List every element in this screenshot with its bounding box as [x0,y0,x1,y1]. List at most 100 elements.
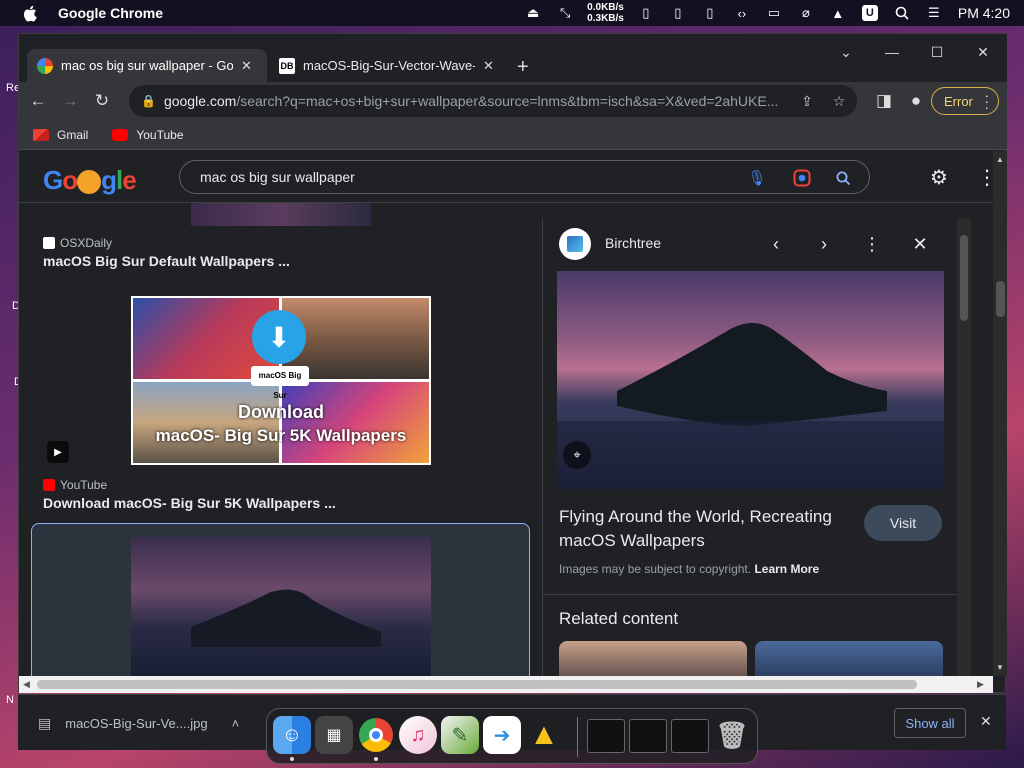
learn-more-link[interactable]: Learn More [754,562,819,576]
selected-result-card[interactable] [31,523,530,676]
result-title[interactable]: macOS Big Sur Default Wallpapers ... [43,253,290,269]
minimized-window-thumbnail[interactable] [587,719,625,753]
url-text[interactable]: google.com/search?q=mac+os+big+sur+wallp… [164,93,786,109]
tab-search-chevron-icon[interactable]: ⌄ [831,40,861,64]
bookmark-star-icon[interactable]: ☆ [829,91,849,111]
close-panel-icon[interactable]: ✕ [907,231,933,257]
mac-menu-bar: Google Chrome ⏏ ⤡ 0.0KB/s 0.3KB/s ▯ ▯ ▯ … [0,0,1024,26]
result-thumbnail-selected[interactable] [131,537,431,676]
desktop-label[interactable]: N [6,694,14,706]
search-icon[interactable] [832,167,854,189]
bookmark-gmail[interactable]: Gmail [33,128,88,142]
play-icon[interactable]: ▶ [47,441,69,463]
scroll-down-icon[interactable]: ▼ [996,663,1004,672]
related-content-heading: Related content [559,609,679,628]
result-title[interactable]: Download macOS- Big Sur 5K Wallpapers ..… [43,495,336,511]
menubar-clock[interactable]: PM 4:20 [958,5,1010,21]
microphone-icon[interactable]: 🎙 [746,167,768,189]
result-source[interactable]: OSXDaily [43,236,112,250]
back-arrow-icon[interactable]: ← [25,88,51,114]
url-host: google.com [163,93,237,109]
previous-image-icon[interactable]: ‹ [763,231,789,257]
lock-icon[interactable]: 🔒 [141,94,156,108]
maximize-icon[interactable]: ☐ [922,40,952,64]
horizontal-scrollbar[interactable]: ◀ ▶ [19,676,993,693]
kebab-menu-icon[interactable]: · · · [985,89,989,114]
close-download-bar-icon[interactable]: ✕ [980,713,992,730]
file-icon: ▤ [38,715,52,731]
upload-icon[interactable]: ▲ [827,4,849,22]
search-box[interactable]: 🎙 [179,160,870,194]
related-thumbnail[interactable] [755,641,943,676]
reload-icon[interactable]: ↻ [89,88,115,114]
visit-button[interactable]: Visit [864,505,942,541]
result-thumbnail-youtube[interactable]: ⬇ macOS Big Sur Download macOS- Big Sur … [131,296,431,465]
result-source[interactable]: YouTube [43,478,107,492]
chrome-icon[interactable] [357,716,395,754]
image-editor-icon[interactable]: ✎ [441,716,479,754]
active-app-name[interactable]: Google Chrome [58,5,163,21]
horizontal-scroll-thumb[interactable] [37,680,917,689]
panel-divider [543,594,958,595]
minimized-window-thumbnail[interactable] [629,719,667,753]
chevron-up-icon[interactable]: ˄ [232,716,240,731]
search-input[interactable] [200,169,720,185]
profile-icon[interactable]: ● [903,88,929,114]
scroll-right-icon[interactable]: ▶ [977,679,984,690]
source-name: OSXDaily [60,236,113,250]
show-all-button[interactable]: Show all [894,708,966,738]
trash-icon[interactable]: 🗑 [713,716,751,754]
apps-grid-icon[interactable]: ⋮ [975,165,993,189]
related-thumbnail[interactable] [559,641,747,676]
share-icon[interactable]: ⇪ [797,91,817,111]
code-icon[interactable]: ‹› [731,4,753,22]
thumb-text: Download [238,402,324,422]
google-lens-icon[interactable] [791,167,813,189]
panel-scrollbar[interactable] [957,219,971,676]
result-thumbnail[interactable] [191,203,371,226]
tab-google-search[interactable]: mac os big sur wallpaper - Goog ✕ [27,49,267,82]
lens-search-icon[interactable]: ⌖ [563,441,591,469]
music-icon[interactable]: ♫ [399,716,437,754]
minimize-icon[interactable]: — [877,40,907,64]
profile-error-button[interactable]: Error · · · [931,87,999,115]
vertical-scroll-thumb[interactable] [996,281,1005,317]
spotlight-search-icon[interactable] [891,4,913,22]
forward-arrow-icon[interactable]: → [57,88,83,114]
launchpad-icon[interactable]: ▦ [315,716,353,754]
phone-icon[interactable]: ▯ [667,4,689,22]
more-options-icon[interactable]: ⋮ [859,231,885,257]
u-badge-icon[interactable]: U [859,4,881,22]
phone-disconnected-icon[interactable]: ▯ [635,4,657,22]
settings-gear-icon[interactable]: ⚙ [927,165,951,189]
phone-sync-icon[interactable]: ▯ [699,4,721,22]
finder-icon[interactable]: ☺ [273,716,311,754]
panel-source-name[interactable]: Birchtree [605,235,661,251]
preview-image[interactable] [557,271,944,489]
google-logo[interactable]: Go gle [43,165,137,196]
new-tab-plus-icon[interactable]: + [517,56,529,79]
bookmark-youtube[interactable]: YouTube [112,128,184,142]
panel-image-title[interactable]: Flying Around the World, Recreating macO… [559,505,855,553]
side-panel-icon[interactable]: ◨ [871,88,897,114]
panel-scroll-thumb[interactable] [960,235,968,321]
close-tab-icon[interactable]: ✕ [241,58,252,74]
wifi-off-icon[interactable]: ⌀ [795,4,817,22]
display-icon[interactable]: ▭ [763,4,785,22]
arrows-icon[interactable]: ⤡ [554,4,576,22]
migration-arrow-icon[interactable]: ➔ [483,716,521,754]
close-tab-icon[interactable]: ✕ [483,58,494,74]
eject-icon[interactable]: ⏏ [522,4,544,22]
warning-triangle-icon[interactable]: ▲ [525,716,563,754]
omnibox[interactable]: 🔒 google.com/search?q=mac+os+big+sur+wal… [129,85,857,117]
apple-icon[interactable] [18,2,40,24]
tab-wallpaper-image[interactable]: DB macOS-Big-Sur-Vector-Wave-Da ✕ [269,49,505,82]
vertical-scrollbar[interactable]: ▲ ▼ [993,151,1007,676]
minimized-window-thumbnail[interactable] [671,719,709,753]
scroll-left-icon[interactable]: ◀ [23,679,30,690]
close-window-icon[interactable]: ✕ [968,40,998,64]
next-image-icon[interactable]: › [811,231,837,257]
scroll-up-icon[interactable]: ▲ [996,155,1004,164]
download-item[interactable]: ▤ macOS-Big-Sur-Ve....jpg ˄ [38,715,239,732]
control-center-icon[interactable]: ☰ [923,4,945,22]
